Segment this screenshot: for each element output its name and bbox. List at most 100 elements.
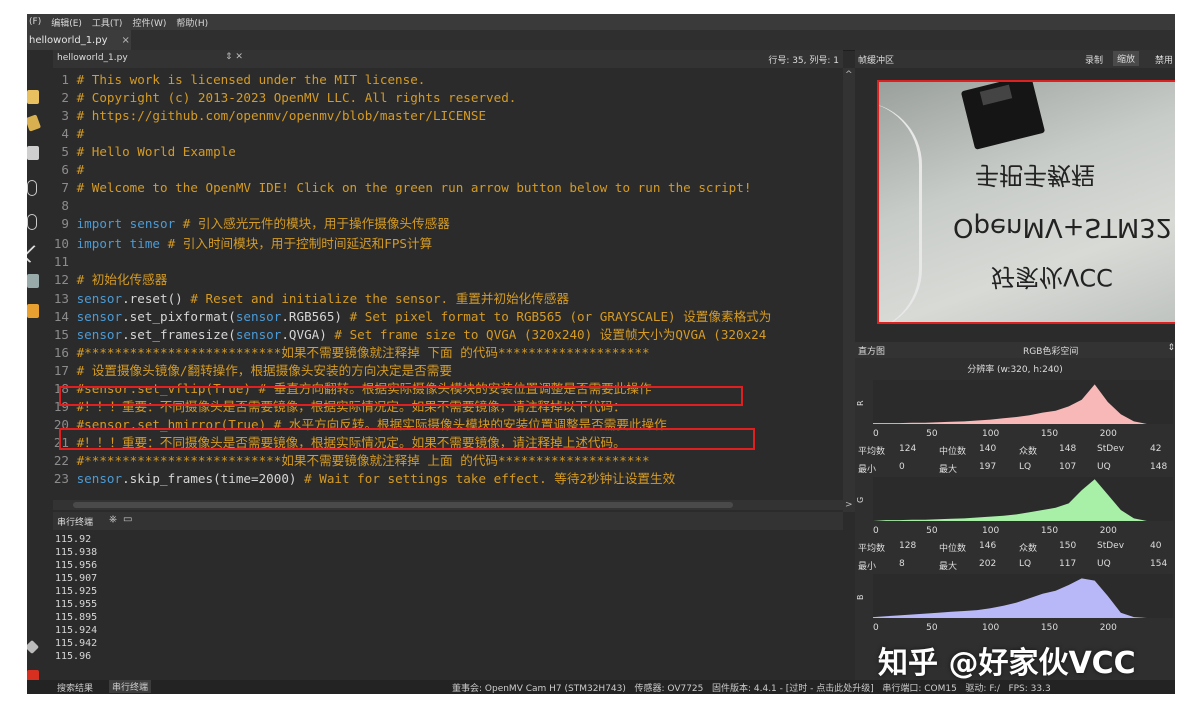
code-line[interactable]: 4 # <box>53 124 843 143</box>
menu-help[interactable]: 帮助(H) <box>176 16 208 29</box>
status-bar: 搜索结果 串行终端 董事会: OpenMV Cam H7 (STM32H743)… <box>27 680 1175 694</box>
code-token: # Set frame size to QVGA (320x240) 设置帧大小… <box>334 326 767 342</box>
histogram-tick-label: 50 <box>926 429 938 439</box>
code-line[interactable]: 3 # https://github.com/openmv/openmv/blo… <box>53 106 843 125</box>
code-token: # 引入感光元件的模块，用于操作摄像头传感器 <box>182 216 450 231</box>
scroll-right-icon[interactable]: > <box>845 500 853 510</box>
editor-horizontal-scrollbar[interactable] <box>53 500 843 510</box>
histogram-b: B 0 50 100 150 200 <box>856 574 1173 633</box>
code-line[interactable]: 22 #**************************如果不需要镜像就注释… <box>53 451 843 470</box>
menu-tools[interactable]: 工具(T) <box>92 16 123 29</box>
new-file-icon[interactable] <box>27 90 39 104</box>
tab-search-results[interactable]: 搜索结果 <box>57 681 93 694</box>
editor-tab-controls[interactable]: ⇕ ✕ <box>225 52 243 62</box>
code-line[interactable]: 12 # 初始化传感器 <box>53 270 843 289</box>
code-token: # 初始化传感器 <box>76 271 168 287</box>
clear-terminal-icon[interactable]: ⎈ <box>109 514 117 525</box>
code-token: # This work is licensed under the MIT li… <box>76 72 426 87</box>
colorspace-select[interactable]: RGB色彩空间 <box>1023 344 1078 357</box>
code-line[interactable]: 17 # 设置摄像头镜像/翻转操作，根据摄像头安装的方向决定是否需要 <box>53 361 843 380</box>
connect-device-icon[interactable] <box>27 639 40 655</box>
zoom-button[interactable]: 缩放 <box>1113 51 1140 66</box>
stat-cell: 197 <box>979 462 997 472</box>
paste-icon[interactable] <box>27 304 39 318</box>
code-line[interactable]: 9 import sensor # 引入感光元件的模块，用于操作摄像头传感器 <box>53 214 843 233</box>
line-number: 14 <box>53 308 69 324</box>
code-token: .QVGA) <box>281 326 335 342</box>
histogram-g: G 0 50 100 150 200 <box>856 477 1173 536</box>
code-token: # Reset and initialize the sensor. 重置并初始… <box>190 290 570 306</box>
redo-icon[interactable] <box>27 214 37 230</box>
histogram-header: 直方图 RGB色彩空间 ⇕ <box>855 342 1175 358</box>
code-line[interactable]: 14 sensor.set_pixformat(sensor.RGB565) #… <box>53 307 843 326</box>
status-firmware[interactable]: 固件版本: 4.4.1 - [过时 - 点击此处升级] <box>712 684 874 694</box>
editor-filename: helloworld_1.py <box>57 53 128 63</box>
copy-icon[interactable] <box>27 274 39 288</box>
code-token: # https://github.com/openmv/openmv/blob/… <box>76 108 487 123</box>
line-number: 22 <box>53 452 69 468</box>
code-line[interactable]: 2 # Copyright (c) 2013-2023 OpenMV LLC. … <box>53 88 843 107</box>
code-token: # 引入时间模块，用于控制时间延迟和FPS计算 <box>167 235 433 251</box>
code-line[interactable]: 13 sensor.reset() # Reset and initialize… <box>53 289 843 308</box>
code-token: .set_pixformat( <box>122 308 236 324</box>
histogram-title: 直方图 <box>858 347 886 357</box>
highlight-box-vflip <box>59 386 743 406</box>
photo-text-vcc: 好家伙VCC <box>991 263 1113 291</box>
code-line[interactable]: 8 <box>53 196 843 215</box>
serial-terminal[interactable]: 115.92 115.938 115.956 115.907 115.925 115.95… <box>53 530 843 680</box>
code-line[interactable]: 11 <box>53 252 843 271</box>
code-token: # Copyright (c) 2013-2023 OpenMV LLC. Al… <box>76 90 517 105</box>
menu-widgets[interactable]: 控件(W) <box>132 16 166 29</box>
line-number: 17 <box>53 362 69 378</box>
code-token: .RGB565) <box>281 308 350 324</box>
code-token: sensor <box>235 308 282 324</box>
tab-serial-terminal[interactable]: 串行终端 <box>109 680 152 693</box>
open-file-icon[interactable] <box>27 114 42 132</box>
code-line[interactable]: 6 # <box>53 160 843 179</box>
record-button[interactable]: 录制 <box>1085 53 1103 66</box>
save-icon[interactable] <box>27 146 39 160</box>
histogram-tick-label: 200 <box>1100 623 1117 633</box>
editor-vertical-scrollbar[interactable]: ^ > <box>843 68 855 512</box>
connect-icon[interactable] <box>27 244 42 264</box>
histogram-tick-label: 150 <box>1041 526 1058 536</box>
terminal-line: 115.942 <box>55 638 98 649</box>
framebuffer-header: 帧缓冲区 录制 缩放 禁用 <box>855 50 1175 68</box>
code-line[interactable]: 10 import time # 引入时间模块，用于控制时间延迟和FPS计算 <box>53 234 843 253</box>
code-token: # Welcome to the OpenMV IDE! Click on th… <box>76 180 752 195</box>
undo-icon[interactable] <box>27 180 37 196</box>
save-log-icon[interactable]: ▭ <box>123 514 132 525</box>
stat-cell: UQ <box>1097 559 1111 569</box>
code-line[interactable]: 1 # This work is licensed under the MIT … <box>53 70 843 89</box>
code-line[interactable]: 16 #**************************如果不需要镜像就注释… <box>53 343 843 362</box>
menu-edit[interactable]: 编辑(E) <box>51 16 82 29</box>
histogram-tick-label: 200 <box>1100 429 1117 439</box>
line-number: 3 <box>61 108 69 123</box>
code-line[interactable]: 15 sensor.set_framesize(sensor.QVGA) # S… <box>53 325 843 344</box>
line-number: 1 <box>61 72 69 87</box>
terminal-line: 115.907 <box>55 573 98 584</box>
code-token: # Wait for settings take effect. 等待2秒钟让设… <box>304 470 676 486</box>
terminal-line: 115.955 <box>55 599 98 610</box>
file-tab-label: helloworld_1.py <box>29 34 108 46</box>
close-icon[interactable]: × <box>122 35 130 46</box>
file-tab[interactable]: helloworld_1.py × <box>27 30 131 50</box>
colorspace-arrow-icon[interactable]: ⇕ <box>1167 343 1175 353</box>
code-line[interactable]: 7 # Welcome to the OpenMV IDE! Click on … <box>53 178 843 197</box>
disable-button[interactable]: 禁用 <box>1155 53 1173 66</box>
code-line[interactable]: 23 sensor.skip_frames(time=2000) # Wait … <box>53 469 843 488</box>
code-token: # <box>76 126 85 141</box>
stat-cell: 148 <box>1059 444 1077 454</box>
scrollbar-thumb[interactable] <box>73 502 733 508</box>
status-board: 董事会: OpenMV Cam H7 (STM32H743) <box>452 684 626 694</box>
code-token: import sensor <box>76 216 183 231</box>
scroll-up-icon[interactable]: ^ <box>845 70 853 80</box>
code-line[interactable]: 5 # Hello World Example <box>53 142 843 161</box>
terminal-title: 串行终端 <box>57 518 94 528</box>
zhihu-watermark: 知乎 @好家伙VCC <box>878 646 1136 681</box>
menu-file[interactable]: (F) <box>29 17 41 27</box>
histogram-tick-label: 150 <box>1041 429 1058 439</box>
